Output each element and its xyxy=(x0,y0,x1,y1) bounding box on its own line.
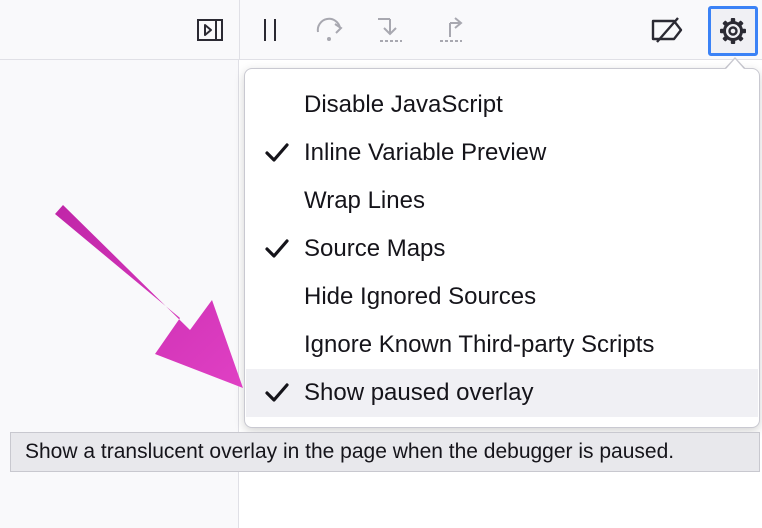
menu-item-show-paused-overlay[interactable]: Show paused overlay xyxy=(246,369,758,417)
step-over-button[interactable] xyxy=(308,8,352,52)
settings-button[interactable] xyxy=(708,6,758,56)
disable-breakpoints-button[interactable] xyxy=(645,8,689,52)
menu-item-label: Wrap Lines xyxy=(304,187,425,214)
menu-item-label: Disable JavaScript xyxy=(304,91,503,118)
tooltip: Show a translucent overlay in the page w… xyxy=(10,432,760,472)
pause-icon xyxy=(264,19,276,41)
step-out-icon xyxy=(440,17,463,42)
settings-menu: Disable JavaScript Inline Variable Previ… xyxy=(244,68,760,428)
toggle-sidebar-icon xyxy=(197,19,223,41)
toggle-sidebar-button[interactable] xyxy=(188,8,232,52)
step-out-button[interactable] xyxy=(428,8,472,52)
menu-pointer xyxy=(726,59,744,69)
step-in-button[interactable] xyxy=(368,8,412,52)
checkmark-icon xyxy=(265,239,289,258)
menu-item-wrap-lines[interactable]: Wrap Lines xyxy=(246,177,758,225)
gear-icon xyxy=(720,18,746,44)
menu-item-label: Hide Ignored Sources xyxy=(304,283,537,310)
menu-item-label: Ignore Known Third-party Scripts xyxy=(304,331,655,358)
menu-item-label: Show paused overlay xyxy=(304,379,534,406)
pause-button[interactable] xyxy=(248,8,292,52)
menu-item-label: Inline Variable Preview xyxy=(304,139,547,166)
step-over-icon xyxy=(316,17,343,41)
menu-item-hide-ignored-sources[interactable]: Hide Ignored Sources xyxy=(246,273,758,321)
toolbar-divider xyxy=(239,0,240,60)
checkmark-icon xyxy=(265,383,289,402)
menu-item-ignore-third-party-scripts[interactable]: Ignore Known Third-party Scripts xyxy=(246,321,758,369)
menu-item-label: Source Maps xyxy=(304,235,446,262)
menu-item-inline-variable-preview[interactable]: Inline Variable Preview xyxy=(246,129,758,177)
checkmark-icon xyxy=(265,143,289,162)
menu-item-disable-javascript[interactable]: Disable JavaScript xyxy=(246,81,758,129)
step-in-icon xyxy=(378,18,402,42)
menu-item-source-maps[interactable]: Source Maps xyxy=(246,225,758,273)
disable-breakpoints-icon xyxy=(651,17,683,43)
debugger-panel: Disable JavaScript Inline Variable Previ… xyxy=(0,0,762,528)
